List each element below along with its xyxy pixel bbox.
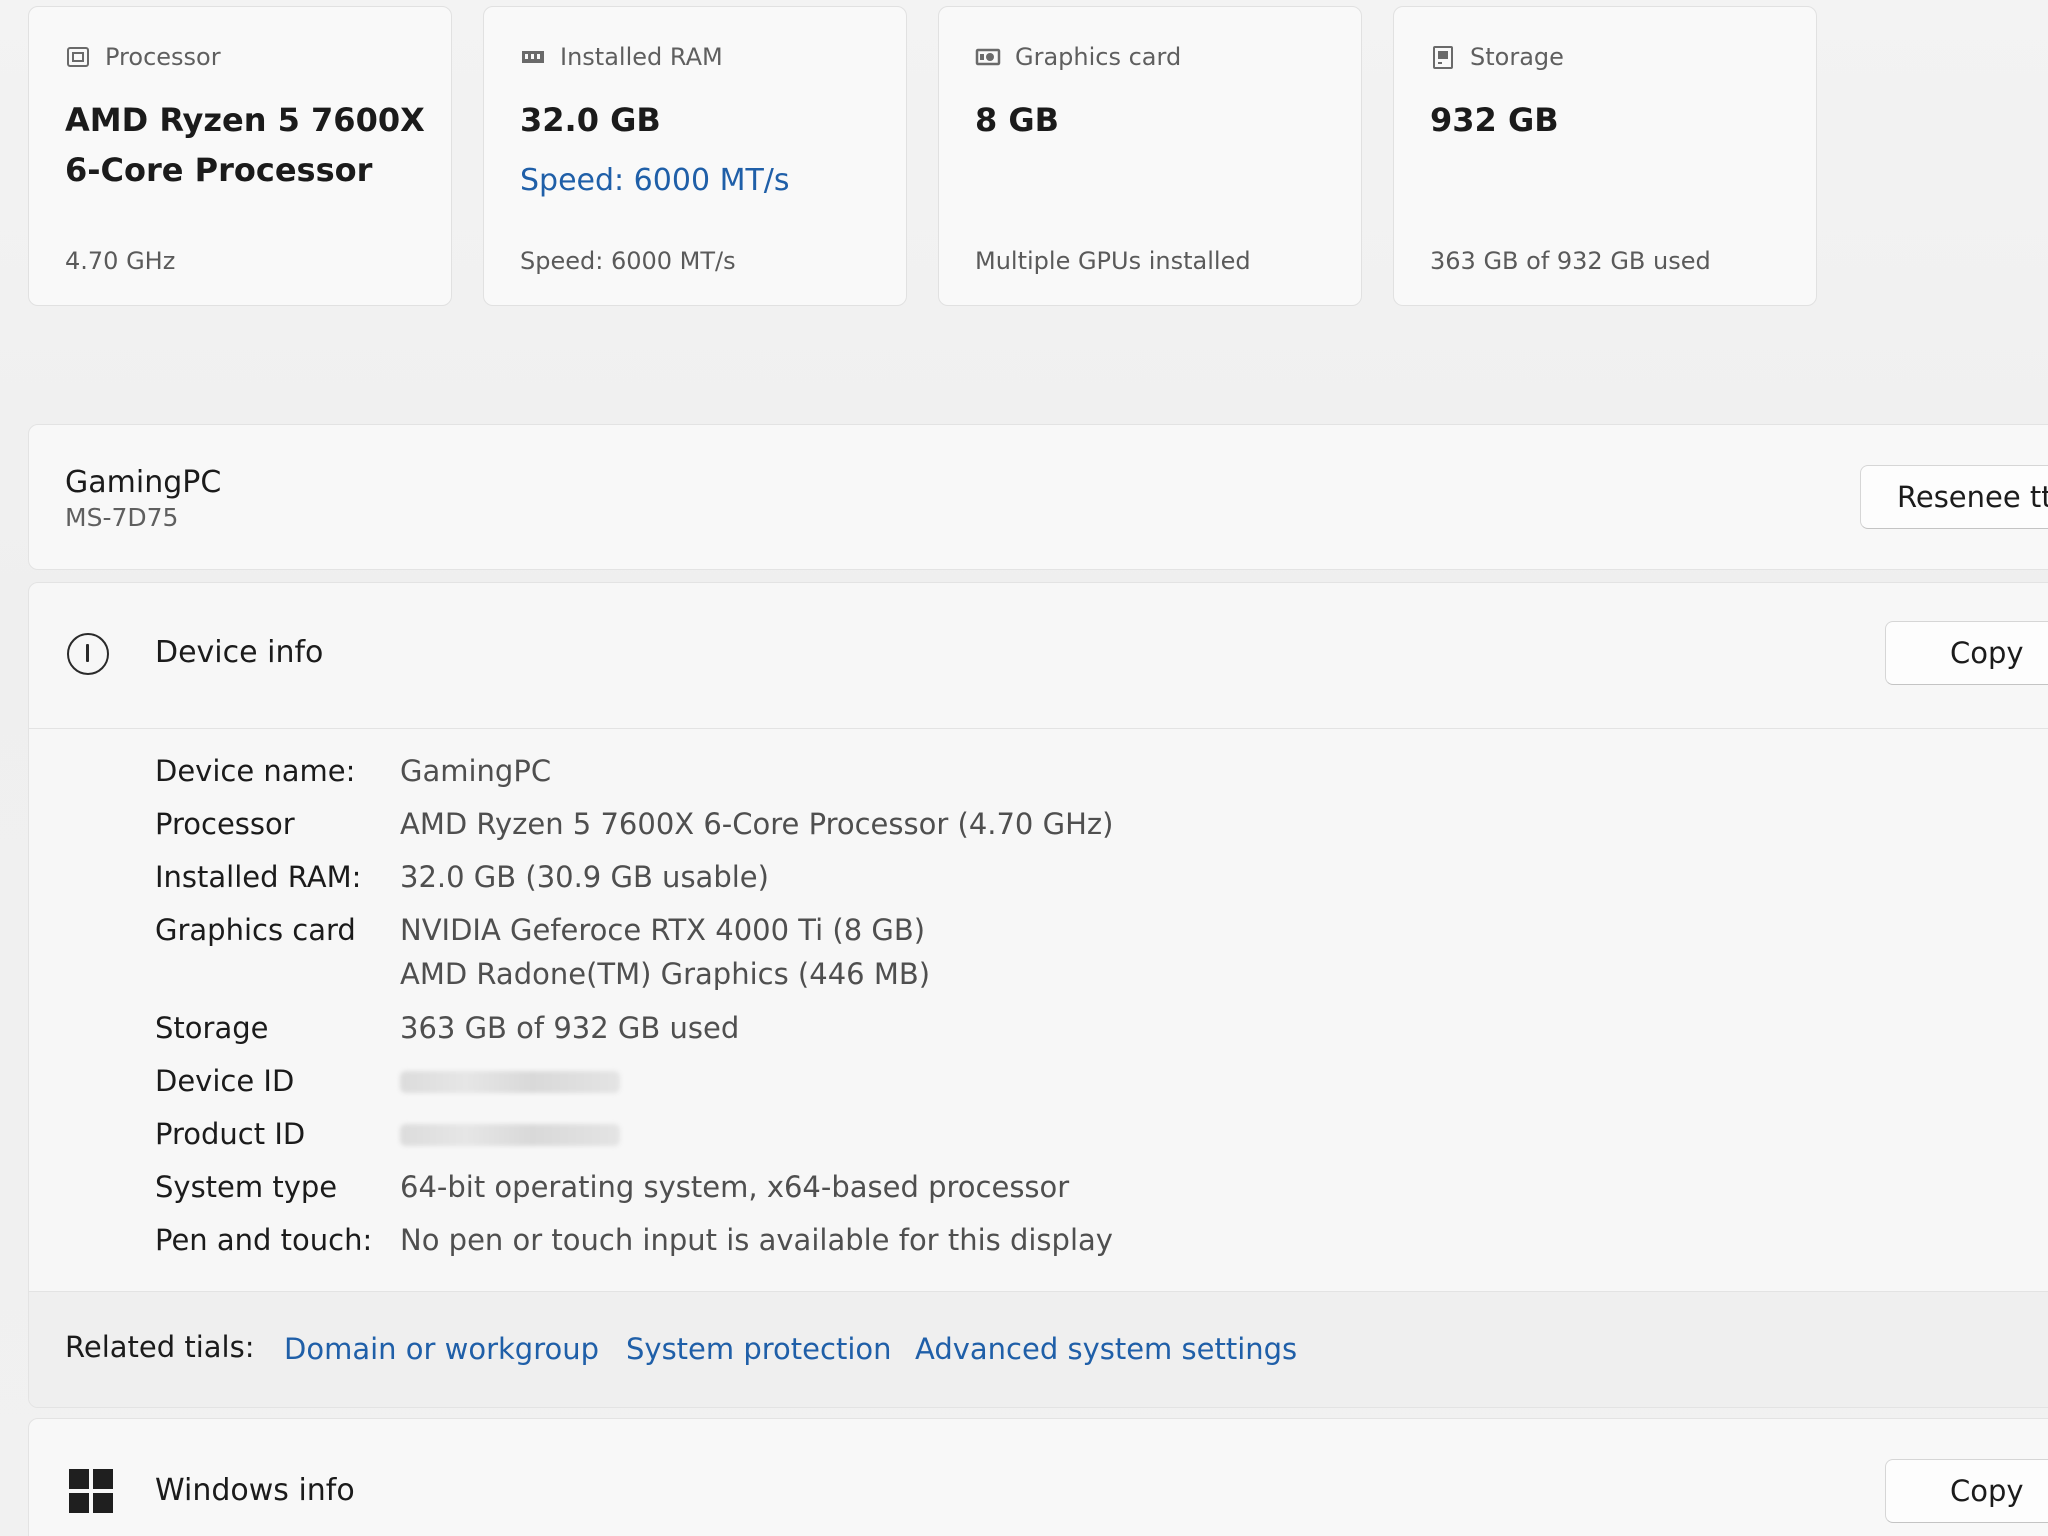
device-info-panel: Device info Copy Device name: GamingPC P… — [28, 582, 2048, 1408]
ram-card-value: 32.0 GB — [520, 101, 661, 139]
spec-row-device-id: Device ID — [155, 1059, 1113, 1112]
domain-workgroup-link[interactable]: Domain or workgroup — [284, 1332, 599, 1366]
device-spec-table: Device name: GamingPC Processor AMD Ryze… — [155, 749, 1113, 1271]
windows-logo-icon — [69, 1469, 113, 1513]
spec-label: Installed RAM: — [155, 860, 362, 894]
rename-pc-button[interactable]: Resenee ttis — [1860, 465, 2048, 529]
system-about-page: Processor AMD Ryzen 5 7600X 6-Core Proce… — [0, 0, 2048, 1536]
spec-value: 64-bit operating system, x64-based proce… — [400, 1170, 1070, 1204]
copy-device-info-button[interactable]: Copy — [1885, 621, 2048, 685]
ram-icon — [520, 44, 546, 70]
copy-windows-info-button[interactable]: Copy — [1885, 1459, 2048, 1523]
graphics-card-icon — [975, 44, 1001, 70]
redacted-product-id — [400, 1112, 620, 1165]
spec-label: Pen and touch: — [155, 1223, 373, 1257]
spec-value-line: AMD Radone(TM) Graphics (446 MB) — [400, 957, 931, 991]
storage-card-header: Storage — [1430, 43, 1564, 71]
spec-row-processor: Processor AMD Ryzen 5 7600X 6-Core Proce… — [155, 802, 1113, 855]
graphics-card-card[interactable]: Graphics card 8 GB Multiple GPUs install… — [938, 6, 1362, 306]
spec-value: GamingPC — [400, 754, 552, 788]
processor-card-footer: 4.70 GHz — [65, 247, 176, 275]
processor-card-header: Processor — [65, 43, 221, 71]
processor-icon — [65, 44, 91, 70]
graphics-card-header: Graphics card — [975, 43, 1181, 71]
storage-card-footer: 363 GB of 932 GB used — [1430, 247, 1711, 275]
device-name: GamingPC — [65, 465, 222, 500]
device-name-panel: GamingPC MS-7D75 Resenee ttis — [28, 424, 2048, 570]
spec-row-pen-touch: Pen and touch: No pen or touch input is … — [155, 1218, 1113, 1271]
copy-device-info-label: Copy — [1950, 636, 2024, 670]
spec-label: System type — [155, 1170, 338, 1204]
spec-value: 32.0 GB (30.9 GB usable) — [400, 860, 769, 894]
graphics-card-title: Graphics card — [1015, 43, 1182, 71]
spec-row-graphics-card: Graphics card NVIDIA Geferoce RTX 4000 T… — [155, 908, 1113, 1006]
graphics-card-value: 8 GB — [975, 101, 1060, 139]
related-links-bar: Related tials: Domain or workgroup Syste… — [29, 1291, 2048, 1407]
windows-info-panel[interactable]: Windows info Copy — [28, 1418, 2048, 1536]
spec-value: No pen or touch input is available for t… — [400, 1223, 1113, 1257]
spec-label: Product ID — [155, 1117, 306, 1151]
redacted-device-id — [400, 1059, 620, 1112]
device-model: MS-7D75 — [65, 503, 179, 532]
rename-pc-button-label: Resenee ttis — [1897, 480, 2048, 514]
copy-windows-info-label: Copy — [1950, 1474, 2024, 1508]
redacted-value — [400, 1124, 620, 1146]
storage-card[interactable]: Storage 932 GB 363 GB of 932 GB used — [1393, 6, 1817, 306]
spec-label: Device name: — [155, 754, 356, 788]
spec-value: NVIDIA Geferoce RTX 4000 Ti (8 GB) AMD R… — [400, 908, 930, 1006]
related-links-label: Related tials: — [65, 1330, 255, 1364]
spec-label: Storage — [155, 1011, 269, 1045]
processor-card-value: AMD Ryzen 5 7600X 6-Core Processor — [65, 101, 425, 189]
spec-row-product-id: Product ID — [155, 1112, 1113, 1165]
redacted-value — [400, 1071, 620, 1093]
device-info-header[interactable]: Device info Copy — [29, 583, 2048, 729]
spec-row-system-type: System type 64-bit operating system, x64… — [155, 1165, 1113, 1218]
storage-icon — [1430, 44, 1456, 70]
ram-card-header: Installed RAM — [520, 43, 723, 71]
spec-row-storage: Storage 363 GB of 932 GB used — [155, 1006, 1113, 1059]
windows-info-title: Windows info — [155, 1473, 355, 1508]
ram-card-footer: Speed: 6000 MT/s — [520, 247, 736, 275]
system-protection-link[interactable]: System protection — [626, 1332, 892, 1366]
spec-row-device-name: Device name: GamingPC — [155, 749, 1113, 802]
info-icon — [67, 633, 109, 675]
storage-card-title: Storage — [1470, 43, 1564, 71]
processor-card-title: Processor — [105, 43, 221, 71]
graphics-card-footer: Multiple GPUs installed — [975, 247, 1251, 275]
spec-value-line: NVIDIA Geferoce RTX 4000 Ti (8 GB) — [400, 913, 926, 947]
ram-card-title: Installed RAM — [560, 43, 723, 71]
processor-card[interactable]: Processor AMD Ryzen 5 7600X 6-Core Proce… — [28, 6, 452, 306]
device-info-title: Device info — [155, 635, 324, 670]
ram-speed-link[interactable]: Speed: 6000 MT/s — [520, 163, 790, 198]
spec-label: Processor — [155, 807, 295, 841]
spec-value: 363 GB of 932 GB used — [400, 1011, 740, 1045]
storage-card-value: 932 GB — [1430, 101, 1559, 139]
advanced-system-settings-link[interactable]: Advanced system settings — [915, 1332, 1297, 1366]
spec-label: Device ID — [155, 1064, 295, 1098]
spec-label: Graphics card — [155, 913, 356, 947]
spec-row-installed-ram: Installed RAM: 32.0 GB (30.9 GB usable) — [155, 855, 1113, 908]
spec-value: AMD Ryzen 5 7600X 6-Core Processor (4.70… — [400, 807, 1114, 841]
ram-card[interactable]: Installed RAM 32.0 GB Speed: 6000 MT/s S… — [483, 6, 907, 306]
